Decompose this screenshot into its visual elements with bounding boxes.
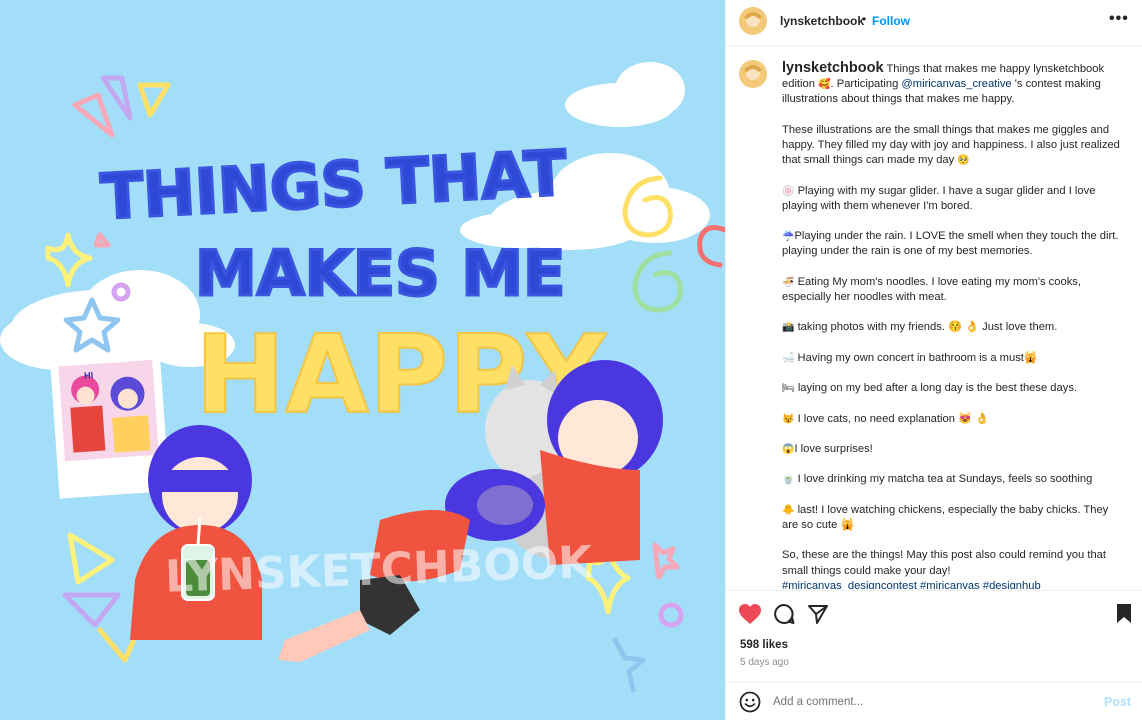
caption-item: Eating My mom's noodles. I love eating m… — [782, 275, 1082, 303]
separator-dot: • — [862, 12, 867, 26]
post-comment-button[interactable]: Post — [1104, 695, 1131, 709]
post-header: lynsketchbook • Follow ••• — [726, 0, 1142, 46]
caption-text: lynsketchbook Things that makes me happy… — [782, 60, 1127, 589]
more-icon[interactable]: ••• — [1109, 10, 1129, 28]
heart-icon[interactable] — [738, 603, 762, 630]
follow-button[interactable]: Follow — [872, 14, 910, 28]
post-image[interactable]: HI THINGS THAT MAKES ME HAPPY LYNSKETCHB… — [0, 0, 725, 720]
avatar[interactable] — [739, 60, 767, 88]
pleading-face-icon: 🥺 — [957, 155, 970, 167]
caption-outro: So, these are the things! May this post … — [782, 549, 1106, 577]
post-timestamp[interactable]: 5 days ago — [740, 657, 789, 668]
item-emoji: 😾 — [782, 413, 795, 425]
caption-item: taking photos with my friends. 😚 👌 Just … — [797, 321, 1058, 334]
caption-item: I love cats, no need explanation 😻 👌 — [797, 412, 989, 425]
hashtags-link[interactable]: #miricanvas_designcontest #miricanvas #d… — [782, 580, 1041, 589]
share-icon[interactable] — [807, 603, 829, 630]
comment-bar: Add a comment... Post — [726, 682, 1142, 720]
caption-item: I love surprises! — [794, 442, 873, 455]
comment-icon[interactable] — [773, 603, 795, 630]
likes-count[interactable]: 598 likes — [740, 639, 788, 651]
item-emoji: 🍵 — [782, 474, 795, 486]
title-line-2: MAKES ME — [195, 237, 565, 310]
item-emoji: 😱 — [782, 443, 795, 455]
action-bar: 598 likes 5 days ago — [726, 590, 1142, 690]
photo-sign: HI — [84, 370, 94, 381]
caption-item: Having my own concert in bathroom is a m… — [794, 351, 1038, 364]
item-emoji: 🛁 — [782, 352, 795, 364]
caption-area[interactable]: lynsketchbook Things that makes me happy… — [726, 47, 1142, 589]
item-emoji: 🍜 — [782, 276, 795, 288]
caption-item: Playing under the rain. I LOVE the smell… — [782, 230, 1119, 258]
comment-input[interactable]: Add a comment... — [773, 696, 863, 708]
caption-item: Playing with my sugar glider. I have a s… — [782, 184, 1096, 212]
emoji-icon[interactable] — [739, 691, 761, 718]
item-emoji: 📸 — [782, 322, 795, 334]
post-side-panel: lynsketchbook • Follow ••• lynsketchbook… — [725, 0, 1142, 720]
caption-paragraph: These illustrations are the small things… — [782, 123, 1120, 167]
avatar[interactable] — [739, 7, 767, 35]
item-emoji: 🍥 — [782, 185, 795, 197]
illustration: HI THINGS THAT MAKES ME HAPPY LYNSKETCHB… — [0, 62, 725, 693]
caption-item: I love drinking my matcha tea at Sundays… — [797, 473, 1093, 486]
mention-link[interactable]: @miricanvas_creative — [901, 78, 1011, 90]
item-emoji: 🛏 — [782, 383, 795, 395]
item-emoji: ☔ — [782, 231, 795, 243]
caption-intro-b: . Participating — [830, 78, 899, 91]
girl-right — [540, 360, 663, 565]
item-emoji: 🐥 — [782, 504, 795, 516]
username-link[interactable]: lynsketchbook — [780, 14, 864, 28]
caption-item: last! I love watching chickens, especial… — [782, 503, 1109, 531]
bookmark-icon[interactable] — [1115, 603, 1133, 630]
smiling-face-icon: 🥰 — [818, 79, 831, 91]
caption-item: laying on my bed after a long day is the… — [797, 382, 1078, 395]
caption-username[interactable]: lynsketchbook — [782, 60, 884, 76]
